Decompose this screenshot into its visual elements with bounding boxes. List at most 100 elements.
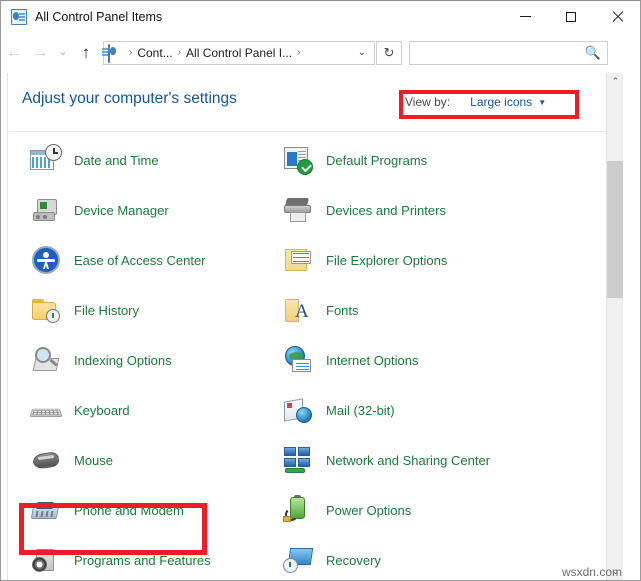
- item-label: Internet Options: [326, 352, 419, 368]
- item-label: File Explorer Options: [326, 252, 448, 268]
- item-label: Fonts: [326, 302, 359, 318]
- item-label: Devices and Printers: [326, 202, 446, 218]
- power-options-icon: [282, 494, 314, 526]
- breadcrumb-separator: ›: [177, 47, 182, 58]
- item-label: Recovery: [326, 552, 381, 568]
- up-button[interactable]: ↑: [73, 39, 99, 67]
- mail-icon: [282, 394, 314, 426]
- control-panel-item-recovery[interactable]: Recovery: [274, 535, 574, 580]
- back-button[interactable]: ←: [1, 39, 27, 67]
- items-pane: Adjust your computer's settings View by:…: [9, 73, 623, 580]
- view-by-control[interactable]: View by: Large icons ▼: [405, 95, 546, 109]
- search-box[interactable]: 🔍: [409, 40, 608, 65]
- control-panel-window: All Control Panel Items ← → ⌄ ↑ › Cont..…: [0, 0, 641, 581]
- refresh-icon: ↻: [383, 44, 395, 60]
- control-panel-icon: [108, 43, 124, 63]
- items-column-right: Default Programs Devices and Printers Fi…: [274, 135, 574, 580]
- control-panel-item-date-and-time[interactable]: Date and Time: [22, 135, 292, 185]
- title-bar: All Control Panel Items: [1, 1, 640, 32]
- minimize-icon: [519, 16, 531, 17]
- item-label: Network and Sharing Center: [326, 452, 491, 468]
- up-arrow-icon: ↑: [81, 43, 91, 62]
- address-bar: ← → ⌄ ↑ › Cont... › All Control Panel I.…: [1, 32, 640, 73]
- forward-arrow-icon: →: [32, 43, 48, 61]
- forward-button[interactable]: →: [27, 39, 53, 67]
- content-area: Adjust your computer's settings View by:…: [1, 73, 640, 580]
- breadcrumb-item-all-control-panel-items[interactable]: All Control Panel I...: [186, 46, 292, 60]
- control-panel-items-grid: Date and Time Device Manager Ease of Acc…: [9, 135, 609, 580]
- window-controls: [502, 1, 640, 32]
- breadcrumb[interactable]: › Cont... › All Control Panel I... › ⌄: [103, 40, 375, 65]
- chevron-up-icon: ⌃: [611, 76, 620, 86]
- back-arrow-icon: ←: [6, 43, 22, 61]
- item-label: Mouse: [74, 452, 114, 468]
- control-panel-item-indexing-options[interactable]: Indexing Options: [22, 335, 292, 385]
- items-column-left: Date and Time Device Manager Ease of Acc…: [22, 135, 292, 580]
- control-panel-item-phone-and-modem[interactable]: Phone and Modem: [22, 485, 292, 535]
- breadcrumb-separator: ›: [297, 47, 301, 58]
- control-panel-item-keyboard[interactable]: Keyboard: [22, 385, 292, 435]
- default-programs-icon: [282, 144, 314, 176]
- vertical-scrollbar[interactable]: ⌃ ⌄: [606, 73, 623, 580]
- internet-options-icon: [282, 344, 314, 376]
- control-panel-item-mail[interactable]: Mail (32-bit): [274, 385, 574, 435]
- item-label: Programs and Features: [74, 552, 211, 568]
- item-label: File History: [74, 302, 140, 318]
- item-label: Phone and Modem: [74, 502, 184, 518]
- close-icon: [612, 11, 623, 22]
- control-panel-item-fonts[interactable]: A Fonts: [274, 285, 574, 335]
- view-by-label: View by:: [405, 95, 451, 109]
- view-by-value[interactable]: Large icons: [470, 95, 532, 109]
- page-title: Adjust your computer's settings: [22, 90, 237, 107]
- control-panel-item-network-and-sharing-center[interactable]: Network and Sharing Center: [274, 435, 574, 485]
- phone-and-modem-icon: [30, 494, 62, 526]
- control-panel-item-device-manager[interactable]: Device Manager: [22, 185, 292, 235]
- control-panel-item-ease-of-access-center[interactable]: Ease of Access Center: [22, 235, 292, 285]
- item-label: Indexing Options: [74, 352, 172, 368]
- recovery-icon: [282, 544, 314, 576]
- network-and-sharing-icon: [282, 444, 314, 476]
- breadcrumb-item-control-panel[interactable]: Cont...: [137, 46, 172, 60]
- window-title: All Control Panel Items: [35, 9, 163, 24]
- maximize-icon: [566, 11, 576, 22]
- chevron-down-icon[interactable]: ▼: [538, 98, 546, 107]
- recent-locations-button[interactable]: ⌄: [53, 39, 73, 67]
- search-icon: 🔍: [584, 44, 601, 60]
- file-explorer-options-icon: [282, 244, 314, 276]
- item-label: Device Manager: [74, 202, 169, 218]
- breadcrumb-separator: ›: [129, 47, 133, 58]
- scroll-up-button[interactable]: ⌃: [607, 73, 623, 90]
- navigation-pane: [1, 73, 8, 580]
- devices-and-printers-icon: [282, 194, 314, 226]
- date-and-time-icon: [30, 144, 62, 176]
- refresh-button[interactable]: ↻: [376, 40, 402, 65]
- item-label: Date and Time: [74, 152, 159, 168]
- item-label: Ease of Access Center: [74, 252, 206, 268]
- control-panel-item-default-programs[interactable]: Default Programs: [274, 135, 574, 185]
- control-panel-icon: [11, 8, 27, 25]
- chevron-down-icon: ⌄: [58, 46, 68, 58]
- search-input[interactable]: [416, 44, 585, 61]
- keyboard-icon: [29, 394, 63, 426]
- control-panel-item-power-options[interactable]: Power Options: [274, 485, 574, 535]
- control-panel-item-programs-and-features[interactable]: Programs and Features: [22, 535, 292, 580]
- mouse-icon: [30, 444, 62, 476]
- item-label: Default Programs: [326, 152, 428, 168]
- indexing-options-icon: [30, 344, 62, 376]
- device-manager-icon: [30, 194, 62, 226]
- header-divider: [9, 131, 623, 132]
- maximize-button[interactable]: [548, 1, 594, 32]
- control-panel-item-internet-options[interactable]: Internet Options: [274, 335, 574, 385]
- ease-of-access-icon: [30, 244, 62, 276]
- item-label: Keyboard: [74, 402, 130, 418]
- scrollbar-thumb[interactable]: [607, 161, 623, 298]
- chevron-down-icon[interactable]: ⌄: [358, 47, 366, 58]
- minimize-button[interactable]: [502, 1, 548, 32]
- control-panel-item-file-history[interactable]: File History: [22, 285, 292, 335]
- control-panel-item-file-explorer-options[interactable]: File Explorer Options: [274, 235, 574, 285]
- control-panel-item-mouse[interactable]: Mouse: [22, 435, 292, 485]
- programs-and-features-icon: [30, 544, 62, 576]
- close-button[interactable]: [594, 1, 640, 32]
- fonts-icon: A: [282, 294, 314, 326]
- control-panel-item-devices-and-printers[interactable]: Devices and Printers: [274, 185, 574, 235]
